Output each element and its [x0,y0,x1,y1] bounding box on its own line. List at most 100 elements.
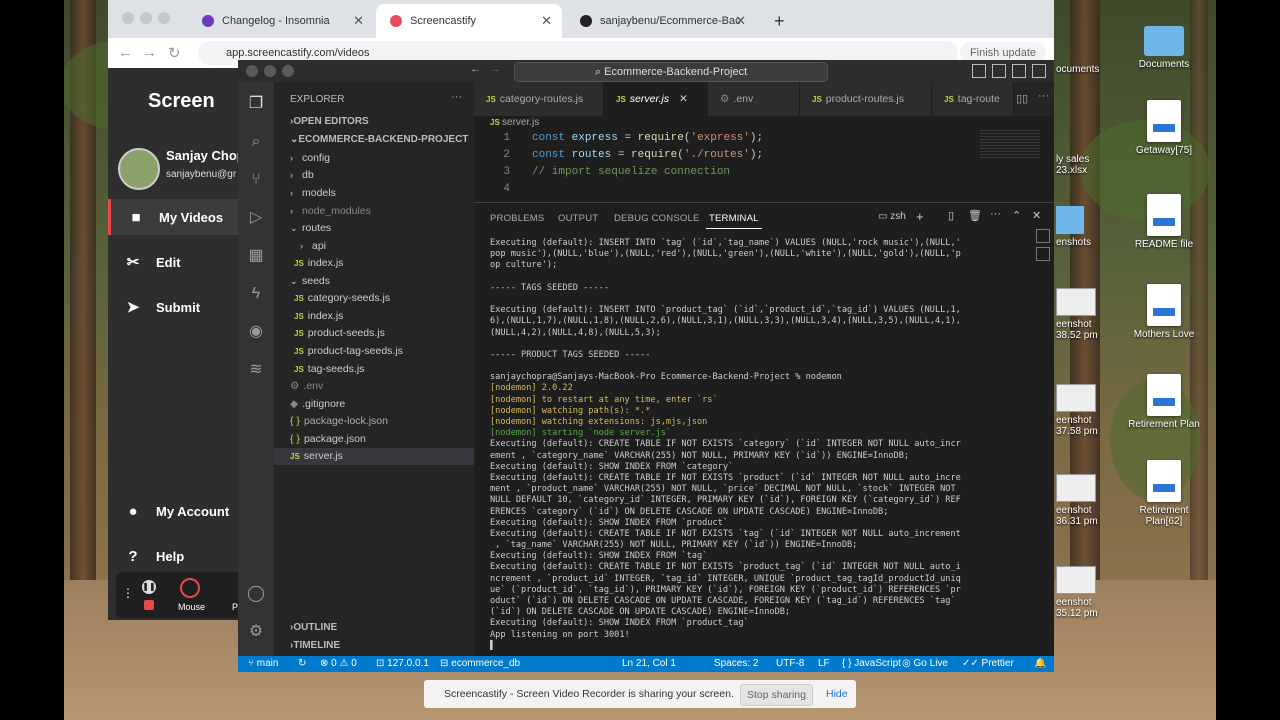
desktop-icon-retirement-plan-62[interactable]: Retirement Plan[62] [1120,460,1208,527]
trash-icon[interactable]: 🗑 [968,209,982,222]
toggle-panel-icon[interactable] [992,64,1006,78]
drag-handle-icon[interactable]: ⋮ [122,586,134,600]
tree-folder-routes[interactable]: ⌄ routes [274,220,490,237]
editor-tab-env[interactable]: ⚙ .env [708,82,800,116]
minimize-window-button[interactable] [264,65,276,77]
tree-folder-db[interactable]: › db [274,167,490,184]
desktop-icon-readme[interactable]: README file [1120,194,1208,250]
code-line[interactable]: 1 const express = require('express'); [474,132,763,149]
breadcrumb[interactable]: JS server.js [490,117,539,128]
close-window-button[interactable] [122,12,134,24]
nav-my-videos[interactable]: ■ My Videos [108,199,253,235]
nav-edit[interactable]: ✂ Edit [108,244,250,280]
outline-section[interactable]: ›OUTLINE [290,622,337,633]
new-tab-button[interactable]: + [760,4,790,38]
more-actions-icon[interactable]: ··· [990,208,1001,220]
nav-my-account[interactable]: ● My Account [108,493,250,529]
tree-folder-config[interactable]: › config [274,150,490,167]
search-icon[interactable]: ⌕ [246,132,266,152]
indentation[interactable]: Spaces: 2 [714,656,758,672]
more-actions-icon[interactable]: ··· [1038,90,1049,102]
desktop-partial-sales[interactable]: ly sales 23.xlsx [1056,154,1089,176]
project-section[interactable]: ⌄ECOMMERCE-BACKEND-PROJECT [290,134,468,145]
close-panel-icon[interactable]: ✕ [1032,209,1041,222]
problems-indicator[interactable]: ⊗ 0 ⚠ 0 [320,656,357,672]
zoom-window-button[interactable] [282,65,294,77]
desktop-partial-screenshot-2[interactable]: eenshot 37.58 pm [1056,384,1098,437]
customize-layout-icon[interactable] [1032,64,1046,78]
run-debug-icon[interactable]: ▷ [246,208,266,228]
desktop-partial-screenshot-3[interactable]: eenshot 36.31 pm [1056,474,1098,527]
split-editor-icon[interactable]: ▯▯ [1016,92,1028,105]
prettier-status[interactable]: ✓✓ Prettier [962,656,1014,672]
code-line[interactable]: 4 [474,183,532,200]
account-icon[interactable]: ◯ [246,584,266,604]
back-icon[interactable]: ← [470,63,481,75]
command-center-search[interactable]: ⌕ Ecommerce-Backend-Project [514,62,828,82]
browser-tab-insomnia[interactable]: Changelog - Insomnia ✕ [188,4,374,38]
hide-button[interactable]: Hide [826,688,848,700]
desktop-partial-documents[interactable]: ocuments [1056,64,1099,75]
terminal-output[interactable]: Executing (default): INSERT INTO `tag` (… [490,238,1002,650]
more-actions-icon[interactable]: ··· [451,91,462,103]
new-terminal-icon[interactable]: + [916,209,924,224]
tree-folder-models[interactable]: › models [274,185,490,202]
reload-icon[interactable]: ↻ [168,44,181,62]
tree-folder-node-modules[interactable]: › node_modules [274,203,490,220]
browser-tab-github[interactable]: sanjaybenu/Ecommerce-Bac ✕ [566,4,756,38]
panel-tab-output[interactable]: OUTPUT [558,213,598,224]
split-terminal-icon[interactable]: ▯ [948,209,954,222]
cursor-position[interactable]: Ln 21, Col 1 [622,656,676,672]
tree-file-env[interactable]: ⚙ .env [274,378,490,395]
desktop-partial-screenshot-1[interactable]: eenshot 38.52 pm [1056,288,1098,341]
tree-file-tag-seeds[interactable]: JS tag-seeds.js [274,361,494,378]
terminal-instance-icon[interactable] [1036,229,1050,243]
tree-file-product-tag-seeds[interactable]: JS product-tag-seeds.js [274,343,494,360]
gear-icon[interactable]: ⚙ [246,622,266,642]
pause-icon[interactable]: ❚❚ [142,580,156,594]
tree-file-product-seeds[interactable]: JS product-seeds.js [274,325,494,342]
nav-help[interactable]: ? Help [108,538,250,574]
tree-file-server[interactable]: JS server.js [274,448,490,465]
tree-file-gitignore[interactable]: ◆ .gitignore [274,396,490,413]
code-line[interactable]: 2 const routes = require('./routes'); [474,149,763,166]
tree-folder-seeds[interactable]: ⌄ seeds [274,273,490,290]
toggle-sidebar-icon[interactable] [972,64,986,78]
terminal-instance-icon[interactable] [1036,247,1050,261]
panel-tab-debug-console[interactable]: DEBUG CONSOLE [614,213,699,224]
explorer-icon[interactable]: ❐ [246,94,266,114]
tree-file-package-json[interactable]: { } package.json [274,431,490,448]
desktop-partial-screenshot-4[interactable]: eenshot 35.12 pm [1056,566,1098,619]
avatar[interactable] [118,148,160,190]
layers-icon[interactable]: ≋ [246,360,266,380]
mouse-highlight-icon[interactable] [180,578,200,598]
close-tab-icon[interactable]: ✕ [735,13,746,29]
close-tab-icon[interactable]: ✕ [541,13,552,29]
stop-icon[interactable] [144,600,154,610]
panel-tab-problems[interactable]: PROBLEMS [490,213,544,224]
close-window-button[interactable] [246,65,258,77]
branch-indicator[interactable]: ⑂ main [248,656,278,672]
editor-tab-server[interactable]: JS server.js ✕ [604,82,708,116]
desktop-icon-retirement-plan[interactable]: Retirement Plan [1120,374,1208,430]
maximize-panel-icon[interactable]: ⌃ [1012,209,1021,222]
tree-file-seeds-index[interactable]: JS index.js [274,308,494,325]
desktop-icon-mothers-love[interactable]: Mothers Love [1120,284,1208,340]
editor-tab-category-routes[interactable]: JS category-routes.js [474,82,604,116]
zoom-window-button[interactable] [158,12,170,24]
sync-icon[interactable]: ↻ [298,656,306,672]
timeline-section[interactable]: ›TIMELINE [290,640,340,651]
desktop-partial-screenshots-folder[interactable]: enshots [1056,206,1091,248]
close-tab-icon[interactable]: ✕ [353,13,364,29]
thunder-client-icon[interactable]: ϟ [246,284,266,304]
tree-file-routes-index[interactable]: JS index.js [274,255,494,272]
language-mode[interactable]: { } JavaScript [842,656,901,672]
stop-sharing-button[interactable]: Stop sharing [740,684,813,706]
minimize-window-button[interactable] [140,12,152,24]
tree-file-category-seeds[interactable]: JS category-seeds.js [274,290,494,307]
encoding[interactable]: UTF-8 [776,656,804,672]
terminal-shell-selector[interactable]: ▭ zsh [878,211,906,222]
editor-tab-product-routes[interactable]: JS product-routes.js [800,82,932,116]
panel-tab-terminal[interactable]: TERMINAL [706,213,762,229]
forward-icon[interactable]: → [142,44,157,61]
